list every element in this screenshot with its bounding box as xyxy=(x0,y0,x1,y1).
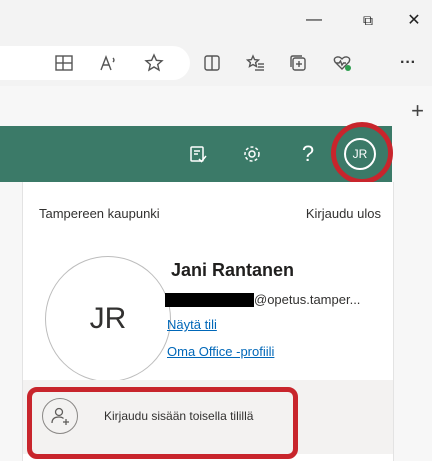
close-window-button[interactable]: ✕ xyxy=(400,8,428,32)
new-tab-button[interactable]: + xyxy=(411,98,424,124)
profile-avatar: JR xyxy=(45,256,171,382)
sign-out-link[interactable]: Kirjaudu ulos xyxy=(306,206,381,221)
avatar-highlight-circle xyxy=(331,122,393,184)
restore-button[interactable]: ⧉ xyxy=(354,8,382,32)
favorites-icon[interactable] xyxy=(242,50,270,76)
minimize-button[interactable]: — xyxy=(300,8,328,32)
split-screen-icon[interactable] xyxy=(198,50,226,76)
browser-toolbar: ··· xyxy=(0,40,432,86)
read-aloud-icon[interactable] xyxy=(94,50,122,76)
health-icon[interactable] xyxy=(328,50,356,76)
other-account-highlight-box xyxy=(27,387,298,459)
collections-icon[interactable] xyxy=(284,50,312,76)
feedback-icon[interactable] xyxy=(186,142,210,166)
grid-icon[interactable] xyxy=(50,50,78,76)
organization-name: Tampereen kaupunki xyxy=(39,206,160,221)
office-profile-link[interactable]: Oma Office -profiili xyxy=(167,344,274,359)
redacted-email-block xyxy=(165,292,254,307)
user-email: @opetus.tamper... xyxy=(254,292,361,307)
more-icon[interactable]: ··· xyxy=(394,50,422,76)
email-row: @opetus.tamper... xyxy=(165,292,360,307)
user-name: Jani Rantanen xyxy=(171,260,295,280)
window-titlebar: — ⧉ ✕ xyxy=(0,0,432,40)
help-button[interactable]: ? xyxy=(296,141,320,166)
view-account-link[interactable]: Näytä tili xyxy=(167,317,217,332)
star-icon[interactable] xyxy=(140,50,168,76)
settings-gear-icon[interactable] xyxy=(240,142,264,166)
